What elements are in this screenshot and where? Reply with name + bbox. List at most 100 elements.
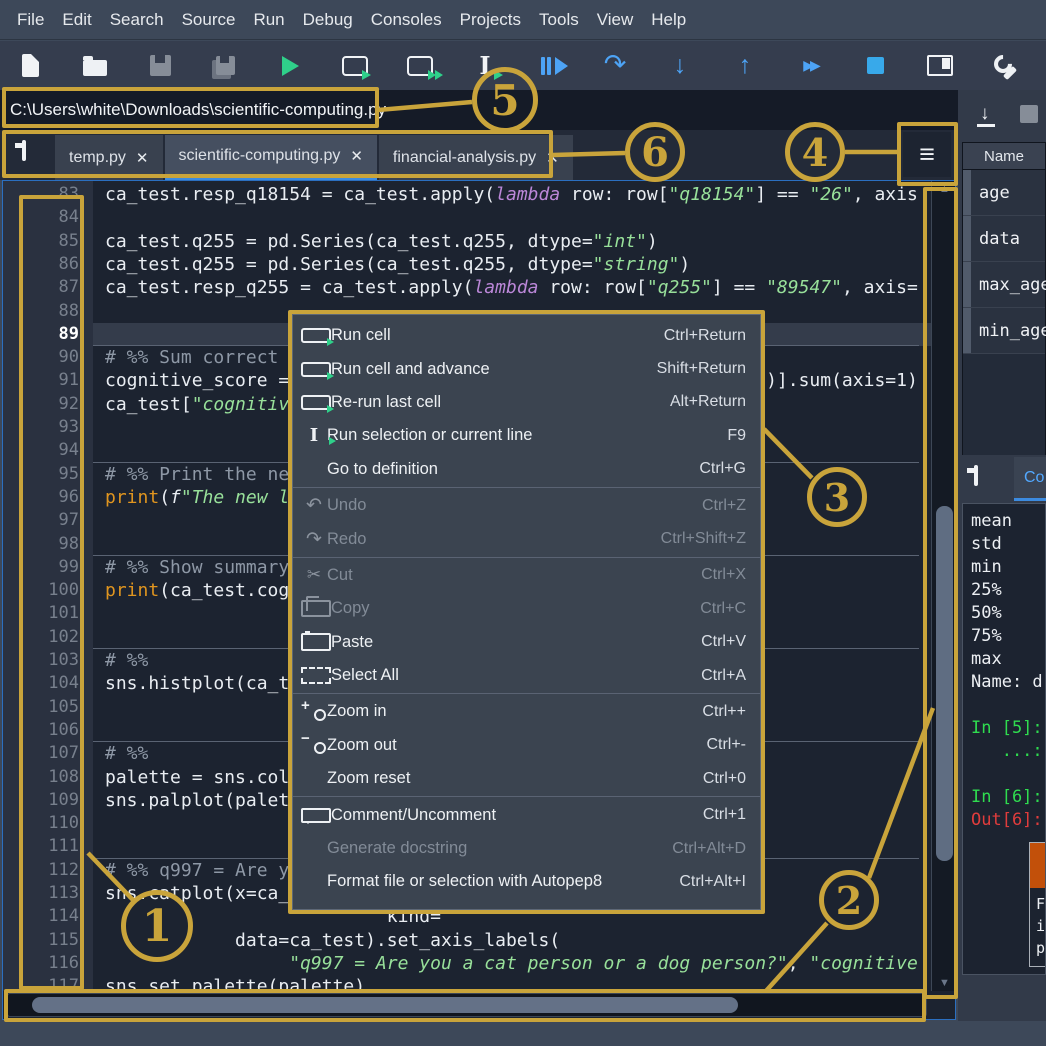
vertical-scrollbar[interactable]: ▲ ▼ (931, 181, 956, 991)
new-file-icon (22, 54, 39, 77)
tab-close-icon[interactable]: ✕ (350, 147, 363, 165)
menu-debug[interactable]: Debug (294, 0, 362, 40)
horizontal-scrollbar-thumb[interactable] (32, 997, 738, 1013)
import-data-icon[interactable]: ↓ (980, 103, 990, 125)
code-line: ca_test.resp_q18154 = ca_test.apply(lamb… (105, 183, 918, 206)
menu-item-label: Comment/Uncomment (331, 806, 691, 825)
menu-file[interactable]: File (8, 0, 53, 40)
step-out-button[interactable] (725, 46, 765, 86)
menu-item-zoom-in[interactable]: Zoom inCtrl++ (293, 695, 760, 728)
code-token: (ca_test.cog (159, 580, 289, 601)
menu-item-shortcut: Ctrl+Alt+I (679, 873, 746, 891)
line-number: 115 (9, 929, 79, 952)
scroll-up-arrow-icon[interactable]: ▲ (932, 183, 956, 195)
menu-view[interactable]: View (588, 0, 643, 40)
preferences-wrench-button[interactable] (985, 46, 1025, 86)
menu-tools[interactable]: Tools (530, 0, 588, 40)
menu-search[interactable]: Search (101, 0, 173, 40)
run-selection-button[interactable]: I (465, 46, 505, 86)
line-number: 98 (9, 533, 79, 556)
code-line: # %% Print the ne (105, 463, 289, 486)
tab-financial-analysis-py[interactable]: financial-analysis.py✕ (379, 135, 573, 180)
hamburger-icon: ≡ (919, 139, 935, 170)
tab-scientific-computing-py[interactable]: scientific-computing.py✕ (165, 135, 377, 180)
menu-item-comment-uncomment[interactable]: Comment/UncommentCtrl+1 (293, 798, 760, 831)
new-file-button[interactable] (10, 46, 50, 86)
menu-item-label: Zoom reset (327, 769, 691, 788)
open-file-button[interactable] (75, 46, 115, 86)
menu-item-paste[interactable]: PasteCtrl+V (293, 626, 760, 659)
save-data-icon[interactable] (1020, 105, 1038, 123)
variable-row-max_age[interactable]: max_age (963, 262, 1045, 308)
tab-temp-py[interactable]: temp.py✕ (55, 135, 163, 180)
scroll-down-arrow-icon[interactable]: ▼ (932, 977, 956, 989)
menu-item-run-cell-and-advance[interactable]: Run cell and advanceShift+Return (293, 352, 760, 385)
code-token: f (170, 487, 181, 508)
menu-item-zoom-out[interactable]: Zoom outCtrl+- (293, 729, 760, 762)
menu-item-go-to-definition[interactable]: Go to definitionCtrl+G (293, 453, 760, 486)
save-button[interactable] (140, 46, 180, 86)
menu-item-format-file-or-selection-with-autopep8[interactable]: Format file or selection with Autopep8 Ct… (293, 865, 760, 898)
run-cell-advance-icon (407, 56, 433, 76)
editor-options-menu-button[interactable]: ≡ (903, 132, 951, 177)
save-all-button[interactable] (205, 46, 245, 86)
menu-item-label: Format file or selection with Autopep8 (327, 872, 667, 891)
save-icon (150, 55, 171, 76)
step-over-button[interactable] (595, 46, 635, 86)
menu-separator (293, 487, 760, 488)
maximize-pane-button[interactable] (920, 46, 960, 86)
menu-consoles[interactable]: Consoles (362, 0, 451, 40)
line-number: 106 (9, 719, 79, 742)
line-number: 88 (9, 300, 79, 323)
console-line: 25% (971, 579, 1002, 602)
variable-row-age[interactable]: age (963, 170, 1045, 216)
run-cell-advance-button[interactable] (400, 46, 440, 86)
menu-item-shortcut: Ctrl+- (706, 736, 746, 754)
variable-name: age (963, 183, 1010, 203)
code-line: ca_test.q255 = pd.Series(ca_test.q255, d… (105, 230, 658, 253)
tab-close-icon[interactable]: ✕ (136, 149, 149, 167)
browse-tabs-button[interactable] (22, 142, 48, 164)
variable-row-data[interactable]: data (963, 216, 1045, 262)
run-file-button[interactable] (270, 46, 310, 86)
console-line: In [6]: (971, 786, 1043, 809)
menu-item-zoom-reset[interactable]: Zoom reset Ctrl+0 (293, 762, 760, 795)
menu-item-run-selection-or-current-line[interactable]: IRun selection or current lineF9 (293, 419, 760, 452)
menu-item-shortcut: Alt+Return (670, 393, 746, 411)
console-output[interactable]: Fiinpa meanstdmin25%50%75%maxName: dIn [… (962, 503, 1046, 975)
line-number-gutter: 8384858687888990919293949596979899100101… (3, 181, 93, 991)
stop-button[interactable] (855, 46, 895, 86)
tab-close-icon[interactable]: ✕ (546, 149, 559, 167)
code-token: # %% Show summary (105, 557, 289, 578)
browse-console-tabs-button[interactable] (974, 467, 978, 485)
code-token: ( (159, 487, 170, 508)
menu-help[interactable]: Help (642, 0, 695, 40)
redo-icon (301, 529, 327, 549)
menu-item-shortcut: Ctrl+0 (703, 770, 746, 788)
code-token: "q997 = Are you a cat person or a dog pe… (289, 953, 788, 974)
continue-button[interactable] (790, 46, 830, 86)
console-tab[interactable]: Co (1014, 457, 1046, 501)
variable-explorer-name-header[interactable]: Name (963, 143, 1045, 170)
run-cell-button[interactable] (335, 46, 375, 86)
inline-plot-thumbnail: Fiinpa (1029, 842, 1046, 967)
line-number: 103 (9, 649, 79, 672)
console-line: Name: d (971, 671, 1043, 694)
menu-projects[interactable]: Projects (451, 0, 530, 40)
cut-icon (301, 565, 327, 585)
variable-row-min_age[interactable]: min_age (963, 308, 1045, 354)
menu-source[interactable]: Source (173, 0, 245, 40)
variable-name: max_age (963, 275, 1046, 295)
code-line: palette = sns.col (105, 766, 289, 789)
menu-item-select-all[interactable]: Select AllCtrl+A (293, 659, 760, 692)
step-over-icon (604, 54, 627, 78)
menu-edit[interactable]: Edit (53, 0, 100, 40)
step-into-button[interactable] (660, 46, 700, 86)
menu-run[interactable]: Run (244, 0, 293, 40)
menu-item-re-run-last-cell[interactable]: Re-run last cellAlt+Return (293, 386, 760, 419)
debug-file-button[interactable] (530, 46, 570, 86)
horizontal-scrollbar[interactable] (7, 993, 927, 1017)
menu-item-run-cell[interactable]: Run cellCtrl+Return (293, 319, 760, 352)
run-cell-advance-icon (301, 362, 331, 377)
vertical-scrollbar-thumb[interactable] (936, 506, 953, 861)
